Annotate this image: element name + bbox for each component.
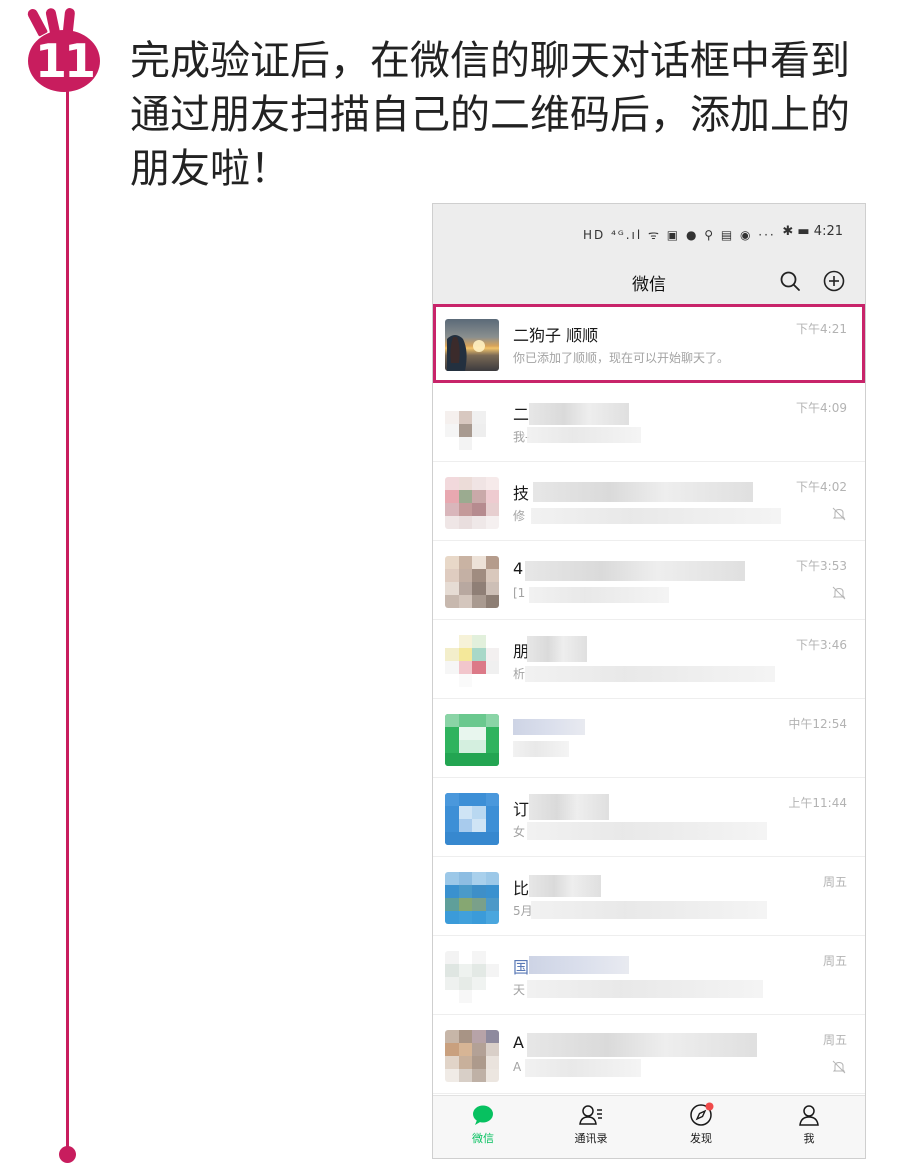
blurred-preview: [529, 587, 669, 603]
avatar: [445, 793, 499, 845]
person-icon: [799, 1105, 819, 1126]
chat-preview: 修: [513, 509, 526, 523]
chat-time: 下午4:21: [796, 322, 847, 336]
chat-item[interactable]: 4 [1 下午3:53: [433, 541, 865, 620]
chat-bubble-icon: [473, 1105, 493, 1125]
blurred-name: [513, 719, 585, 735]
tab-contacts[interactable]: 通讯录: [551, 1102, 631, 1146]
tab-me[interactable]: 我: [769, 1102, 849, 1146]
chat-item[interactable]: 二 我- 下午4:09: [433, 383, 865, 462]
chat-name: 4: [513, 559, 524, 578]
chat-preview: 女: [513, 825, 526, 839]
chat-preview: 天: [513, 983, 526, 997]
blurred-preview: [527, 822, 767, 840]
blurred-preview: [531, 508, 781, 524]
avatar: [445, 635, 499, 687]
avatar: [445, 1030, 499, 1082]
chat-time: 上午11:44: [788, 796, 847, 810]
avatar: [445, 714, 499, 766]
contacts-icon: [579, 1105, 602, 1125]
mute-bell-icon: [832, 586, 846, 600]
chat-name: 国: [513, 958, 530, 977]
chat-name: 订: [513, 800, 530, 819]
badge-spike: [26, 7, 48, 37]
blurred-name: [525, 561, 745, 581]
chat-item[interactable]: 比 5月 周五: [433, 857, 865, 936]
tab-discover[interactable]: 发现: [661, 1102, 741, 1146]
chat-preview: 你已添加了顺顺，现在可以开始聊天了。: [513, 351, 730, 365]
blurred-preview: [525, 1059, 641, 1077]
mute-bell-icon: [832, 1060, 846, 1074]
blurred-preview: [525, 666, 775, 682]
avatar: [445, 477, 499, 529]
status-icons: HD ⁴ᴳ.ıl ᯤ ▣ ● ⚲ ▤ ◉ ···: [583, 228, 776, 242]
chat-name: 比: [513, 879, 530, 898]
blurred-name: [533, 482, 753, 502]
step-badge: 11: [18, 7, 108, 92]
chat-preview: [1: [513, 586, 526, 600]
chat-item[interactable]: 订 女 上午11:44: [433, 778, 865, 857]
avatar: [445, 398, 499, 450]
chat-preview: 5月: [513, 904, 533, 918]
chat-item[interactable]: 中午12:54: [433, 699, 865, 778]
tab-label: 发现: [690, 1132, 712, 1145]
blurred-name: [529, 794, 609, 820]
chat-item-new-friend[interactable]: 二狗子 顺顺 你已添加了顺顺，现在可以开始聊天了。 下午4:21: [433, 304, 865, 383]
chat-time: 周五: [822, 1033, 847, 1047]
status-time: ✱ ▬ 4:21: [782, 224, 843, 239]
chat-item[interactable]: A A 周五: [433, 1015, 865, 1094]
status-bar: HD ⁴ᴳ.ıl ᯤ ▣ ● ⚲ ▤ ◉ ··· ✱ ▬ 4:21: [433, 204, 865, 260]
title-bar: 微信: [433, 260, 865, 304]
wechat-screenshot: HD ⁴ᴳ.ıl ᯤ ▣ ● ⚲ ▤ ◉ ··· ✱ ▬ 4:21 微信 二狗子…: [432, 203, 866, 1159]
plus-circle-icon[interactable]: [823, 270, 845, 292]
chat-time: 周五: [822, 954, 847, 968]
search-icon[interactable]: [779, 270, 801, 292]
timeline-dot: [59, 1146, 76, 1163]
chat-time: 下午3:46: [796, 638, 847, 652]
step-description: 完成验证后，在微信的聊天对话框中看到通过朋友扫描自己的二维码后，添加上的朋友啦！: [130, 38, 850, 192]
sunset-portrait-image: [447, 335, 485, 371]
tab-label: 通讯录: [574, 1132, 608, 1145]
blurred-preview: [527, 427, 641, 443]
blurred-name: [529, 956, 629, 974]
avatar: [445, 872, 499, 924]
chat-time: 周五: [822, 875, 847, 889]
blurred-name: [529, 403, 629, 425]
chat-name: A: [513, 1033, 524, 1052]
tab-label: 我: [803, 1132, 815, 1145]
tab-chats[interactable]: 微信: [443, 1102, 523, 1146]
chat-preview: 析: [513, 667, 526, 681]
step-number: 11: [28, 30, 100, 92]
blurred-preview: [513, 741, 569, 757]
blurred-preview: [531, 901, 767, 919]
blurred-name: [527, 1033, 757, 1057]
timeline-line: [66, 84, 69, 1154]
chat-item[interactable]: 技 修 下午4:02: [433, 462, 865, 541]
chat-time: 下午4:09: [796, 401, 847, 415]
chat-name: 二: [513, 405, 530, 424]
tab-label: 微信: [472, 1132, 494, 1145]
chat-item[interactable]: 朋 析 下午3:46: [433, 620, 865, 699]
avatar: [445, 951, 499, 1003]
chat-time: 中午12:54: [788, 717, 847, 731]
chat-name: 技: [513, 484, 530, 503]
compass-icon: [690, 1102, 714, 1126]
chat-time: 下午4:02: [796, 480, 847, 494]
chat-list: 二狗子 顺顺 你已添加了顺顺，现在可以开始聊天了。 下午4:21 二 我- 下午…: [433, 304, 865, 1094]
avatar: [445, 319, 499, 371]
chat-preview: A: [513, 1060, 522, 1074]
avatar: [445, 556, 499, 608]
blurred-preview: [527, 980, 763, 998]
mute-bell-icon: [832, 507, 846, 521]
blurred-name: [529, 875, 601, 897]
chat-item[interactable]: 国 天 周五: [433, 936, 865, 1015]
chat-name: 二狗子 顺顺: [513, 326, 599, 345]
chat-time: 下午3:53: [796, 559, 847, 573]
blurred-name: [527, 636, 587, 662]
bottom-tab-bar: 微信 通讯录 发现 我: [433, 1095, 865, 1158]
